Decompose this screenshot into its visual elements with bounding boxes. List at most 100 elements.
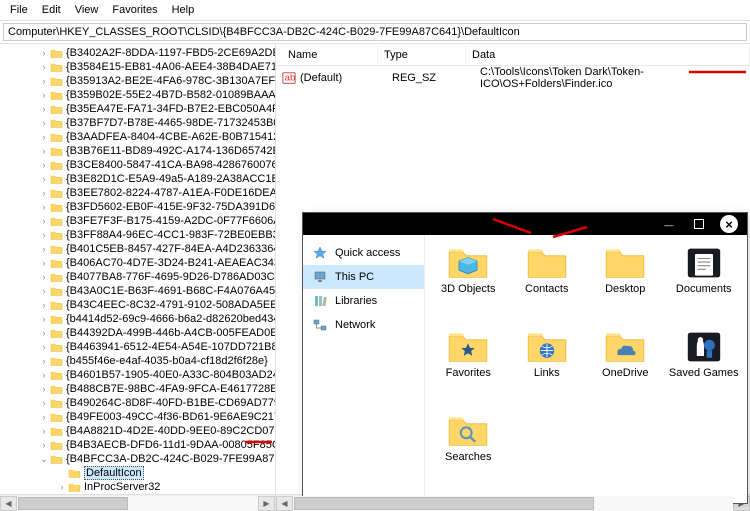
expand-icon[interactable]: › <box>38 314 50 324</box>
tree-row[interactable]: ›{B406AC70-4D7E-3D24-B241-AEAEAC343BD9} <box>4 256 275 270</box>
expand-icon[interactable]: › <box>38 426 50 436</box>
item-onedrive[interactable]: OneDrive <box>589 329 661 409</box>
value-row[interactable]: (Default) REG_SZ C:\Tools\Icons\Token Da… <box>282 69 744 87</box>
explorer-items[interactable]: 3D ObjectsContactsDesktopDocuments Favori… <box>425 235 747 503</box>
item-links[interactable]: Links <box>511 329 583 409</box>
tree-row[interactable]: ›{B3FE7F3F-B175-4159-A2DC-0F77F6606A878} <box>4 214 275 228</box>
tree-row[interactable]: ›{B4601B57-1905-40E0-A33C-804B03AD24F2E} <box>4 368 275 382</box>
tree-scroll-left[interactable]: ◀ <box>0 496 17 511</box>
menu-file[interactable]: File <box>4 2 34 18</box>
col-name[interactable]: Name <box>282 46 378 64</box>
tree-row[interactable]: ›{B4A8821D-4D2E-40DD-9EE0-89C2CD07BF5E} <box>4 424 275 438</box>
tree-scroll-right[interactable]: ▶ <box>258 496 275 511</box>
expand-icon[interactable]: › <box>38 398 50 408</box>
tree-row[interactable]: ›{B43C4EEC-8C32-4791-9102-508ADA5EE8E7} <box>4 298 275 312</box>
menu-view[interactable]: View <box>69 2 105 18</box>
menu-edit[interactable]: Edit <box>36 2 67 18</box>
tree-row[interactable]: ›{B3B76E11-BD89-492C-A174-136D65742E96} <box>4 144 275 158</box>
expand-icon[interactable]: › <box>38 146 50 156</box>
expand-icon[interactable]: › <box>38 216 50 226</box>
item-favorites[interactable]: Favorites <box>432 329 504 409</box>
item-saved-games[interactable]: Saved Games <box>668 329 740 409</box>
tree-row[interactable]: ›{B359B02E-55E2-4B7D-B582-01089BAAA6AE} <box>4 88 275 102</box>
expand-icon[interactable]: › <box>38 272 50 282</box>
item-3d-objects[interactable]: 3D Objects <box>432 245 504 325</box>
explorer-titlebar[interactable]: _ × <box>303 213 747 235</box>
expand-icon[interactable]: › <box>38 132 50 142</box>
col-data[interactable]: Data <box>466 46 750 64</box>
tree-row[interactable]: ›{B4463941-6512-4E54-A54E-107DD721B8A1} <box>4 340 275 354</box>
expand-icon[interactable]: › <box>38 258 50 268</box>
expand-icon[interactable]: › <box>38 230 50 240</box>
explorer-window[interactable]: _ × Quick accessThis PCLibrariesNetwork … <box>302 212 748 504</box>
tree-row[interactable]: ›{B35913A2-BE2E-4FA6-978C-3B130A7EFB98} <box>4 74 275 88</box>
tree-row[interactable]: ›{B401C5EB-8457-427F-84EA-A4D2363364B0} <box>4 242 275 256</box>
tree-row[interactable]: ›{B3584E15-EB81-4A06-AEE4-38B4DAE71CAA} <box>4 60 275 74</box>
expand-icon[interactable]: › <box>38 62 50 72</box>
expand-icon[interactable]: › <box>38 76 50 86</box>
minimize-button[interactable]: _ <box>655 213 683 235</box>
expand-icon[interactable]: › <box>38 160 50 170</box>
nav-network[interactable]: Network <box>303 313 424 337</box>
tree-row[interactable]: ›{B35EA47E-FA71-34FD-B7E2-EBC050A4FB5A} <box>4 102 275 116</box>
tree-row[interactable]: ›{B490264C-8D8F-40FD-B1BE-CD69AD779EC1} <box>4 396 275 410</box>
col-type[interactable]: Type <box>378 46 466 64</box>
expand-icon[interactable]: › <box>38 174 50 184</box>
tree-row[interactable]: ›{B3FF88A4-96EC-4CC1-983F-72BE0EBB368B} <box>4 228 275 242</box>
menu-help[interactable]: Help <box>166 2 201 18</box>
expand-icon[interactable]: › <box>38 202 50 212</box>
tree-row[interactable]: ›{B3EE7802-8224-4787-A1EA-F0DE16DEABD3} <box>4 186 275 200</box>
tree-row[interactable]: ›{B43A0C1E-B63F-4691-B68C-F4A076A45DA1} <box>4 284 275 298</box>
expand-icon[interactable]: › <box>56 482 68 492</box>
expand-icon[interactable]: › <box>38 412 50 422</box>
expand-icon[interactable]: › <box>38 188 50 198</box>
explorer-nav[interactable]: Quick accessThis PCLibrariesNetwork <box>303 235 425 503</box>
tree-row[interactable]: ›{B3CE8400-5847-41CA-BA98-42867600769B} <box>4 158 275 172</box>
menu-favorites[interactable]: Favorites <box>106 2 163 18</box>
registry-tree[interactable]: ›{B3402A2F-8DDA-1197-FBD5-2CE69A2DEFC1}›… <box>0 44 276 494</box>
expand-icon[interactable]: › <box>38 48 50 58</box>
tree-row[interactable]: ⌄{B4BFCC3A-DB2C-424C-B029-7FE99A87C641} <box>4 452 275 466</box>
tree-row[interactable]: ›{B3402A2F-8DDA-1197-FBD5-2CE69A2DEFC1} <box>4 46 275 60</box>
expand-icon[interactable]: › <box>38 244 50 254</box>
values-scroll-thumb[interactable] <box>294 497 594 510</box>
expand-icon[interactable]: › <box>38 90 50 100</box>
expand-icon[interactable]: › <box>38 370 50 380</box>
item-documents[interactable]: Documents <box>668 245 740 325</box>
values-scroll-track[interactable] <box>293 496 733 511</box>
item-searches[interactable]: Searches <box>432 413 504 493</box>
expand-icon[interactable]: › <box>38 300 50 310</box>
expand-icon[interactable]: › <box>38 356 50 366</box>
nav-libraries[interactable]: Libraries <box>303 289 424 313</box>
expand-icon[interactable]: › <box>38 440 50 450</box>
tree-row[interactable]: ›{B4B3AECB-DFD6-11d1-9DAA-00805F85CFE3} <box>4 438 275 452</box>
tree-row[interactable]: ›{b455f46e-e4af-4035-b0a4-cf18d2f6f28e} <box>4 354 275 368</box>
values-list[interactable]: (Default) REG_SZ C:\Tools\Icons\Token Da… <box>276 66 750 90</box>
tree-row[interactable]: ›{B37BF7D7-B78E-4465-98DE-71732453B03D} <box>4 116 275 130</box>
close-button[interactable]: × <box>715 213 743 235</box>
tree-row[interactable]: ›{b4414d52-69c9-4666-b6a2-d82620bed434} <box>4 312 275 326</box>
tree-row-selected[interactable]: DefaultIcon <box>4 466 275 480</box>
tree-row[interactable]: ›InProcServer32 <box>4 480 275 494</box>
address-input[interactable] <box>3 23 747 41</box>
tree-scroll-track[interactable] <box>17 496 258 511</box>
expand-icon[interactable]: ⌄ <box>38 454 50 465</box>
tree-row[interactable]: ›{B4077BA8-776F-4695-9D26-D786AD03C4364} <box>4 270 275 284</box>
tree-row[interactable]: ›{B49FE003-49CC-4f36-BD61-9E6AE9C2175C} <box>4 410 275 424</box>
expand-icon[interactable]: › <box>38 328 50 338</box>
expand-icon[interactable]: › <box>38 104 50 114</box>
values-scroll-left[interactable]: ◀ <box>276 496 293 511</box>
nav-quick-access[interactable]: Quick access <box>303 241 424 265</box>
item-desktop[interactable]: Desktop <box>589 245 661 325</box>
item-contacts[interactable]: Contacts <box>511 245 583 325</box>
expand-icon[interactable]: › <box>38 118 50 128</box>
tree-row[interactable]: ›{B3E82D1C-E5A9-49a5-A189-2A38ACC1B2D7} <box>4 172 275 186</box>
tree-row[interactable]: ›{B3FD5602-EB0F-415E-9F32-75DA391D6BF9} <box>4 200 275 214</box>
maximize-button[interactable] <box>685 213 713 235</box>
tree-row[interactable]: ›{B3AADFEA-8404-4CBE-A62E-B0B715412C9E} <box>4 130 275 144</box>
tree-row[interactable]: ›{B488CB7E-98BC-4FA9-9FCA-E4617728EFDCE} <box>4 382 275 396</box>
expand-icon[interactable]: › <box>38 342 50 352</box>
tree-scroll-thumb[interactable] <box>18 497 128 510</box>
expand-icon[interactable]: › <box>38 384 50 394</box>
expand-icon[interactable]: › <box>38 286 50 296</box>
